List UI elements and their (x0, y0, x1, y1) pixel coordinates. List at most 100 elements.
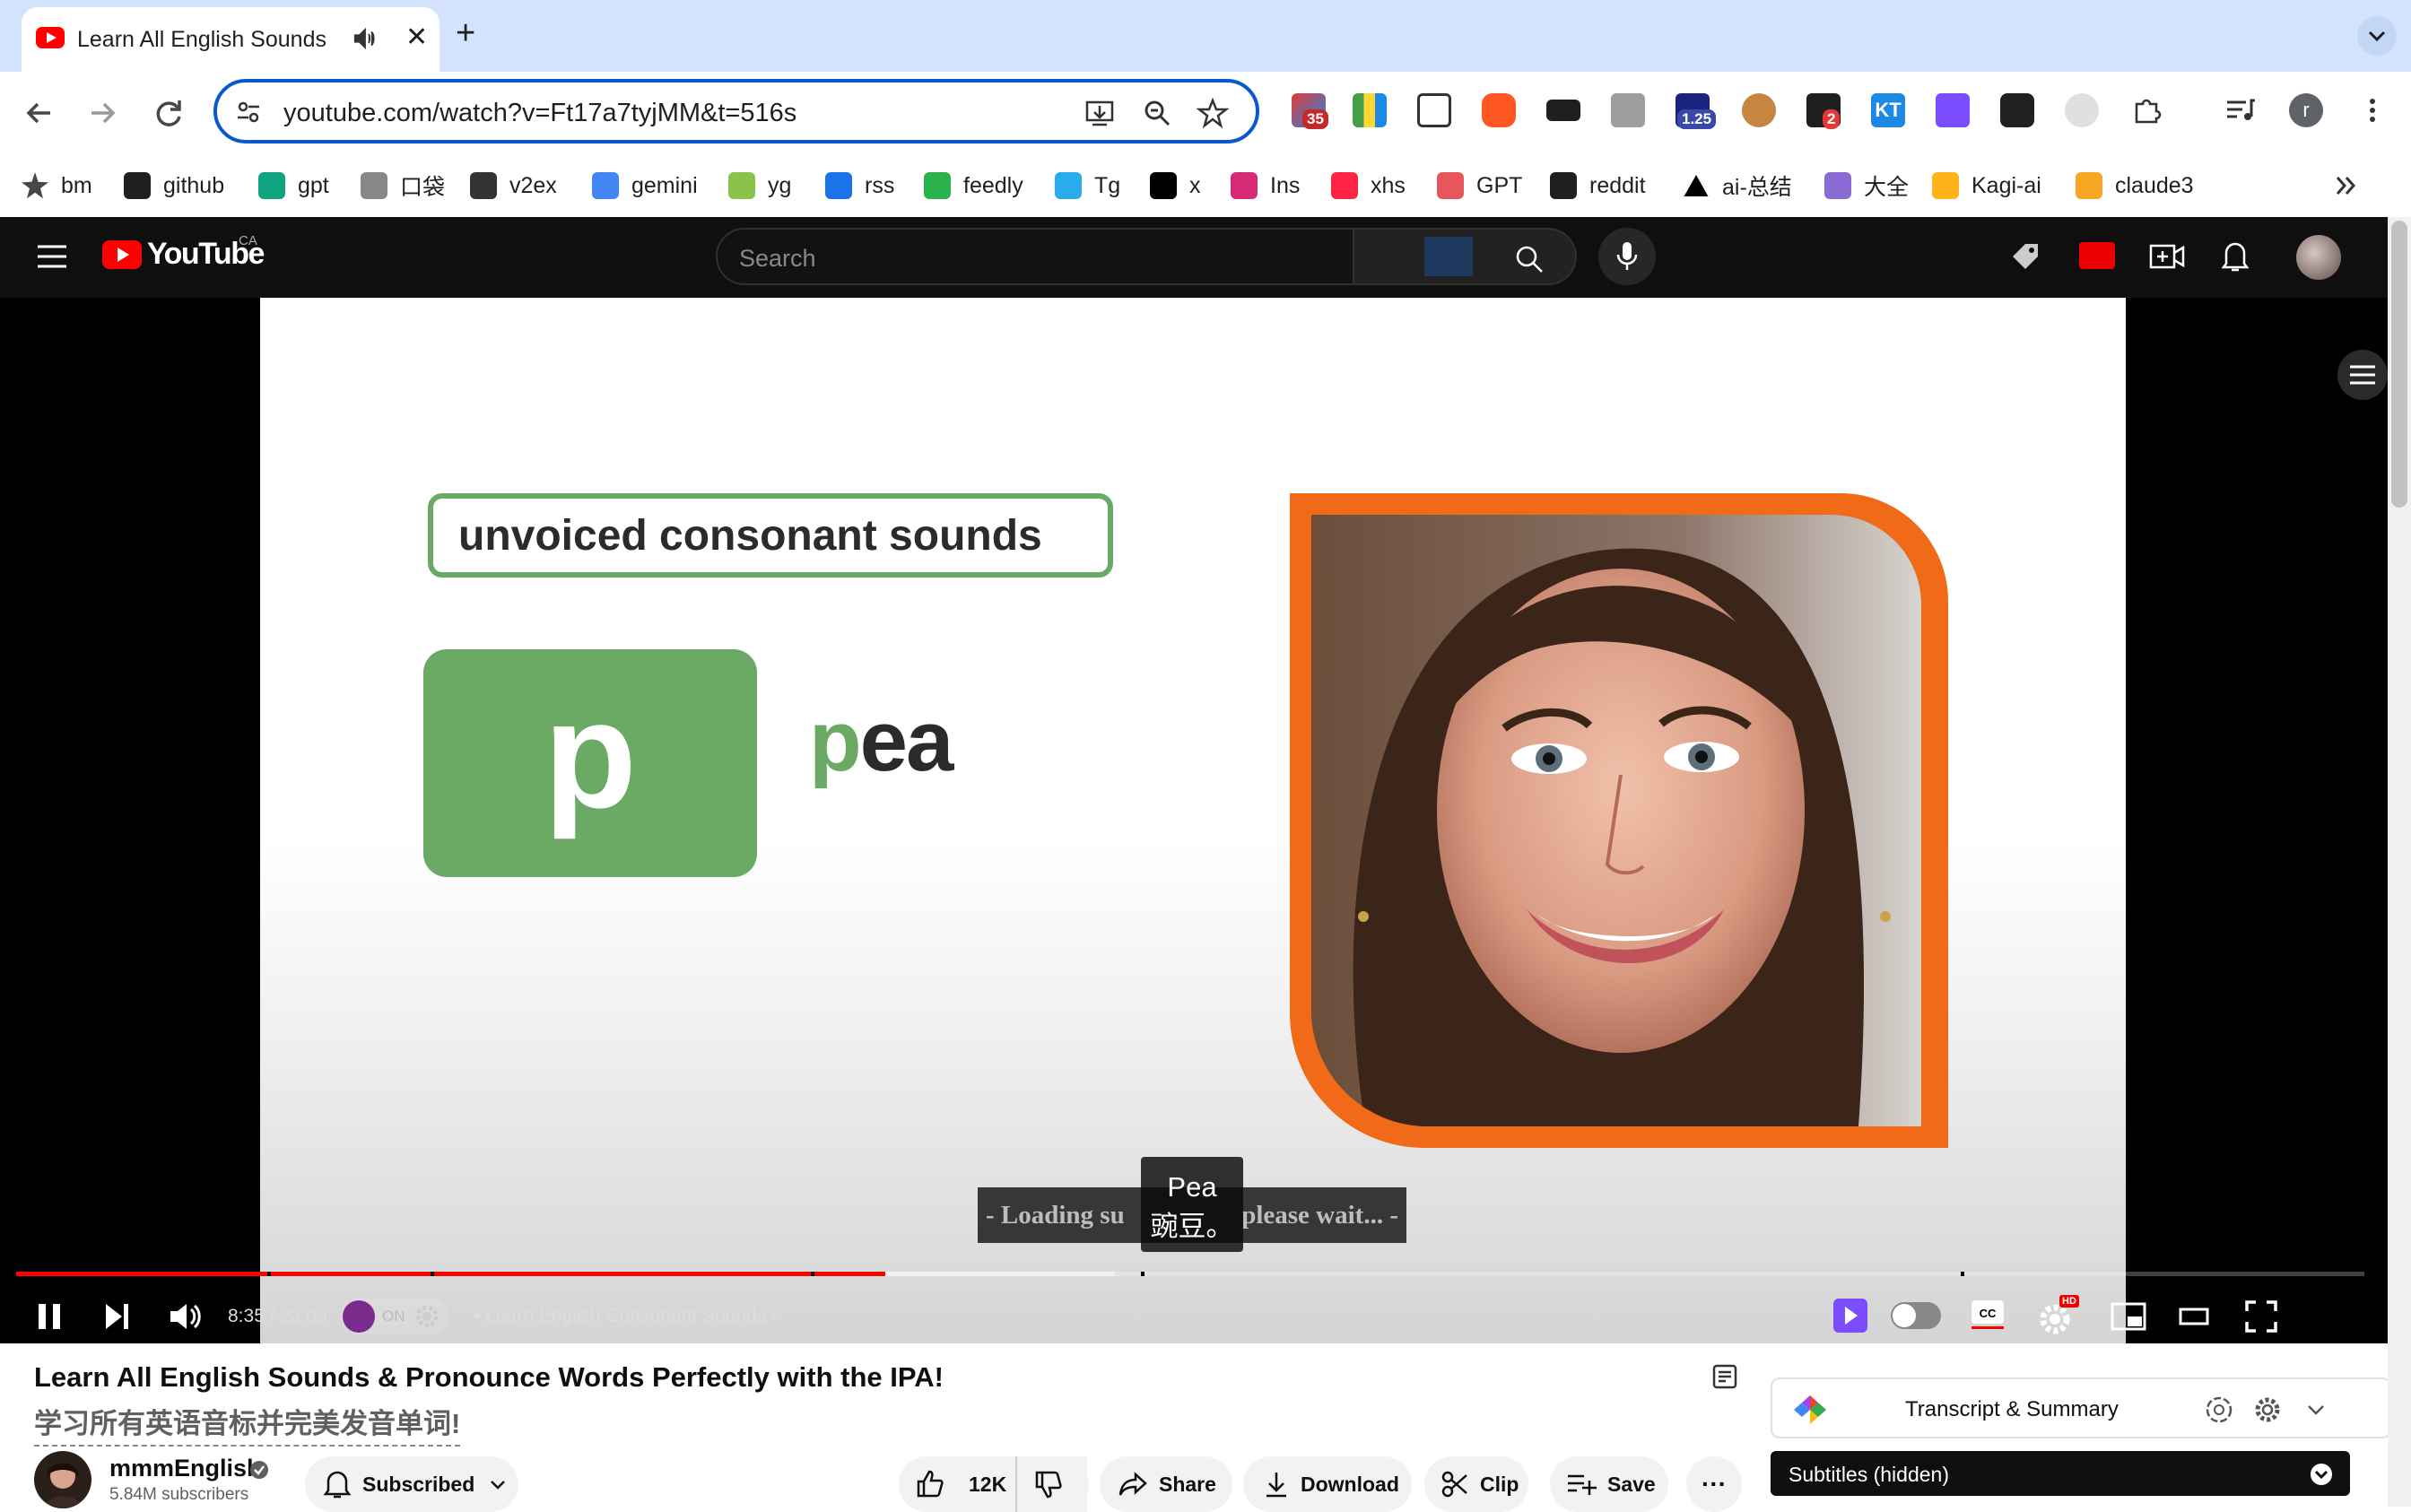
bookmark-star-icon[interactable] (1197, 97, 1229, 129)
channel-avatar[interactable] (34, 1451, 91, 1508)
scrollbar-thumb[interactable] (2391, 221, 2407, 508)
clip-button[interactable]: Clip (1424, 1456, 1528, 1512)
openai-icon[interactable] (2203, 1394, 2235, 1426)
theater-mode-icon[interactable] (2178, 1297, 2210, 1336)
kt-extension-icon[interactable]: KT (1871, 93, 1905, 127)
bookmarks-bar: bm github gpt 口袋 v2ex gemini yg rss feedly Tg x Ins… (0, 154, 2411, 217)
extension-dark-icon[interactable]: 2 (1806, 93, 1841, 129)
progress-bar[interactable] (16, 1272, 2364, 1276)
bookmark-tg[interactable]: Tg (1055, 170, 1120, 201)
bookmark-x[interactable]: x (1150, 170, 1201, 201)
bookmark-[interactable]: 大全 (1824, 170, 1909, 201)
video-extension-icon[interactable] (1936, 93, 1970, 127)
extension-2-icon[interactable] (1353, 93, 1387, 127)
time-display: 8:35 / 23:09 (228, 1306, 327, 1326)
new-tab-button[interactable]: + (456, 14, 475, 53)
extension-3-icon[interactable] (1417, 93, 1451, 127)
pause-icon[interactable] (34, 1297, 65, 1336)
chapter-title[interactable]: • Learn English Consonant Sounds › (474, 1306, 778, 1327)
search-placeholder: Search (739, 245, 816, 272)
language-reactor-toggle[interactable]: ON (341, 1299, 448, 1334)
bookmark-v2ex[interactable]: v2ex (470, 170, 557, 201)
media-control-icon[interactable] (2223, 93, 2257, 127)
address-bar[interactable]: youtube.com/watch?v=Ft17a7tyjMM&t=516s (213, 79, 1259, 143)
forward-button[interactable] (81, 91, 124, 135)
create-video-icon[interactable] (2149, 240, 2185, 273)
transcript-summary-card[interactable]: Transcript & Summary (1771, 1377, 2391, 1438)
bookmark-xhs[interactable]: xhs (1331, 170, 1406, 201)
bookmark-reddit[interactable]: reddit (1550, 170, 1646, 201)
speaker-icon[interactable] (350, 25, 380, 52)
bookmark-gpt[interactable]: GPT (1437, 170, 1522, 201)
subscribed-button[interactable]: Subscribed (305, 1456, 518, 1512)
speed-extension-icon[interactable]: 1.25 (1676, 93, 1717, 129)
settings-gear-small-icon[interactable] (413, 1302, 441, 1331)
voice-search-button[interactable] (1598, 228, 1656, 285)
browser-tab-active[interactable]: Learn All English Sounds ✕ (22, 7, 440, 72)
notifications-bell-icon[interactable] (2219, 239, 2251, 274)
captions-button[interactable]: CC (1970, 1299, 2006, 1329)
video-player[interactable]: unvoiced consonant sounds p pea - Loadin… (0, 298, 2388, 1343)
bookmark-label: ai-总结 (1722, 175, 1792, 200)
extensions-puzzle-icon[interactable] (2129, 93, 2163, 127)
back-button[interactable] (18, 91, 61, 135)
bookmark-feedly[interactable]: feedly (924, 170, 1023, 201)
autoplay-toggle[interactable] (1891, 1302, 1941, 1329)
bookmark-label: bm (61, 172, 92, 198)
tab-close-icon[interactable]: ✕ (405, 22, 428, 53)
more-actions-button[interactable]: ··· (1686, 1456, 1742, 1512)
youtube-logo-icon[interactable] (102, 240, 142, 269)
search-button[interactable] (1354, 228, 1577, 285)
hamburger-menu-icon[interactable] (34, 242, 70, 271)
bookmarks-overflow-icon[interactable] (2330, 172, 2363, 199)
miniplayer-icon[interactable] (2110, 1297, 2147, 1336)
profile-avatar[interactable]: r (2289, 93, 2323, 127)
reload-button[interactable] (147, 91, 190, 135)
bookmark-kagiai[interactable]: Kagi-ai (1932, 170, 2041, 201)
bookmark-ai[interactable]: ai-总结 (1683, 170, 1792, 201)
download-extension-icon[interactable] (1611, 93, 1645, 127)
download-button[interactable]: Download (1243, 1456, 1412, 1512)
subtitles-panel-header[interactable]: Subtitles (hidden) (1771, 1451, 2350, 1496)
chevron-down-icon[interactable] (2303, 1397, 2328, 1422)
extension-4-icon[interactable] (1482, 93, 1516, 127)
bookmark-yg[interactable]: yg (728, 170, 791, 201)
settings-gear-icon[interactable] (2251, 1394, 2284, 1426)
bookmark-claude3[interactable]: claude3 (2076, 170, 2194, 201)
player-side-menu-button[interactable] (2337, 350, 2388, 400)
tag-icon[interactable] (2009, 240, 2041, 273)
search-input[interactable]: Search (716, 228, 1428, 285)
notes-icon[interactable] (1711, 1363, 1738, 1390)
volume-icon[interactable] (167, 1297, 203, 1336)
bookmark-github[interactable]: github (124, 170, 224, 201)
account-avatar[interactable] (2296, 235, 2341, 280)
zoom-icon[interactable] (1141, 97, 1173, 129)
extension-1-icon[interactable]: 35 (1292, 93, 1328, 129)
more-vertical-icon[interactable] (2355, 93, 2389, 127)
install-app-icon[interactable] (1084, 97, 1116, 129)
bookmark-bm[interactable]: bm (22, 170, 92, 201)
bookmark-rss[interactable]: rss (825, 170, 894, 201)
fullscreen-icon[interactable] (2244, 1297, 2278, 1336)
channel-name[interactable]: mmmEnglish (109, 1455, 262, 1482)
share-button[interactable]: Share (1100, 1456, 1232, 1512)
cookie-extension-icon[interactable] (1742, 93, 1776, 127)
video-extension-player-icon[interactable] (1833, 1299, 1867, 1333)
markdown-extension-icon[interactable] (1546, 100, 1580, 121)
settings-button[interactable]: HD (2036, 1295, 2083, 1338)
chevron-down-circle-icon[interactable] (2309, 1462, 2334, 1487)
youtube-extension-icon[interactable] (2079, 242, 2115, 269)
page-scrollbar[interactable] (2388, 217, 2411, 1507)
cube-extension-icon[interactable] (2000, 93, 2034, 127)
bookmark-gemini[interactable]: gemini (592, 170, 698, 201)
bookmark-ins[interactable]: Ins (1231, 170, 1300, 201)
save-button[interactable]: Save (1550, 1456, 1668, 1512)
bookmark-gpt[interactable]: gpt (258, 170, 329, 201)
caption-search-icon[interactable] (1424, 237, 1473, 276)
eye-extension-icon[interactable] (2065, 93, 2099, 127)
bookmark-[interactable]: 口袋 (361, 170, 445, 201)
site-info-icon[interactable] (235, 99, 262, 126)
next-video-icon[interactable] (100, 1297, 133, 1336)
tab-search-button[interactable] (2357, 16, 2397, 56)
dislike-button[interactable] (1015, 1456, 1089, 1512)
